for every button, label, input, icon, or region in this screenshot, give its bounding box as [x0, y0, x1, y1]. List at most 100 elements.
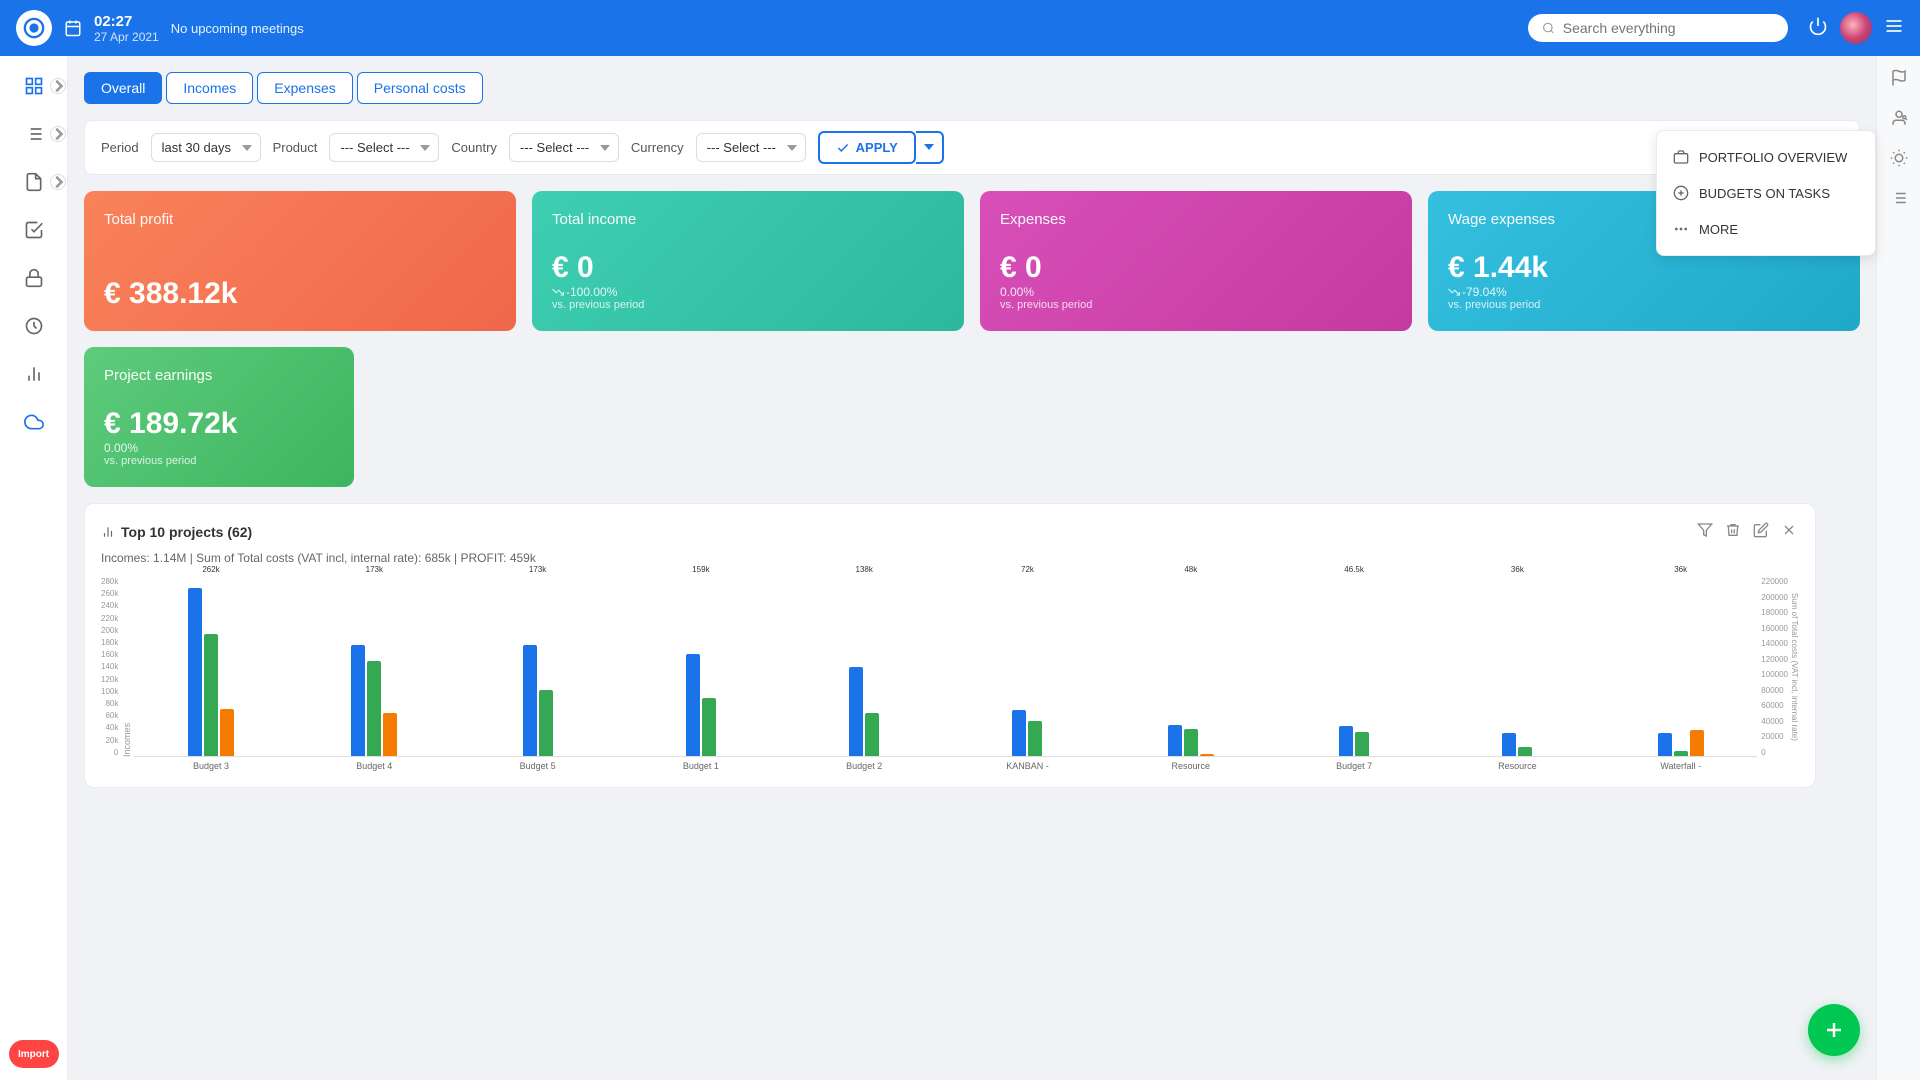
search-input[interactable] [1563, 20, 1774, 36]
bar-blue [1168, 725, 1182, 756]
kpi-project-earnings-title: Project earnings [104, 367, 334, 384]
trend-down-icon-2 [1448, 286, 1460, 298]
country-select[interactable]: --- Select --- [509, 133, 619, 162]
product-select[interactable]: --- Select --- [329, 133, 439, 162]
bar-green [1184, 729, 1198, 756]
bars [849, 576, 879, 756]
sidebar-item-documents[interactable] [12, 160, 56, 204]
bar-blue [686, 654, 700, 756]
period-label: Period [101, 140, 139, 155]
apply-dropdown-button[interactable] [916, 131, 944, 164]
right-panel-list[interactable] [1885, 184, 1913, 212]
more-icon [1673, 221, 1689, 237]
kpi-project-earnings-sub: vs. previous period [104, 455, 334, 467]
kpi-total-income-change: -100.00% [552, 285, 944, 299]
bar-group: 173k [298, 565, 451, 756]
tab-personal-costs[interactable]: Personal costs [357, 72, 483, 104]
bar-green [539, 690, 553, 756]
kpi-total-profit-title: Total profit [104, 211, 496, 228]
tab-overall[interactable]: Overall [84, 72, 162, 104]
bar-label: Budget 2 [788, 761, 941, 771]
bar-green [1355, 732, 1369, 756]
currency-select[interactable]: --- Select --- [696, 133, 806, 162]
chart-filter-button[interactable] [1695, 520, 1715, 543]
apply-button[interactable]: APPLY [818, 131, 916, 164]
logo[interactable] [16, 10, 52, 46]
bar-chart: 262k173k173k159k138k72k48k46.5k36k36k [134, 577, 1757, 757]
bar-blue [1658, 733, 1672, 756]
bar-orange [1200, 754, 1214, 756]
close-icon [1781, 522, 1797, 538]
menu-icon[interactable] [1884, 16, 1904, 41]
import-button[interactable]: Import [9, 1040, 59, 1068]
sidebar-chevron-documents[interactable] [50, 174, 66, 190]
kpi-project-earnings: Project earnings € 189.72k 0.00% vs. pre… [84, 347, 354, 487]
product-label: Product [273, 140, 318, 155]
bar-orange [1690, 730, 1704, 756]
tab-incomes[interactable]: Incomes [166, 72, 253, 104]
bar-label: Budget 4 [298, 761, 451, 771]
y-axis-left: 280k 260k 240k 220k 200k 180k 160k 140k … [101, 577, 122, 757]
period-select[interactable]: last 30 days last 7 days last 90 days [151, 133, 261, 162]
bars [1012, 576, 1042, 756]
kpi-total-income-sub: vs. previous period [552, 299, 944, 311]
sidebar-chevron-projects[interactable] [50, 126, 66, 142]
chart-actions [1695, 520, 1799, 543]
kpi-expenses-value: € 0 [1000, 251, 1392, 285]
panel-portfolio-overview[interactable]: PORTFOLIO OVERVIEW [1657, 139, 1875, 175]
right-panel-user-search[interactable] [1885, 104, 1913, 132]
right-panel-flag[interactable] [1885, 64, 1913, 92]
chart-header: Top 10 projects (62) [101, 520, 1799, 543]
fab-button[interactable] [1808, 1004, 1860, 1056]
bar-label: Budget 5 [461, 761, 614, 771]
chart-delete-button[interactable] [1723, 520, 1743, 543]
y-axis-right-label: Sum of Total costs (VAT incl, internal r… [1790, 577, 1799, 757]
bar-group: 36k [1604, 565, 1757, 756]
y-axis-left-label: Incomes [122, 577, 132, 757]
bar-label: Budget 7 [1277, 761, 1430, 771]
kpi-row-1: Total profit € 388.12k Total income € 0 … [84, 191, 1860, 331]
chart-title: Top 10 projects (62) [101, 524, 252, 540]
tab-expenses[interactable]: Expenses [257, 72, 352, 104]
calendar-widget [64, 19, 82, 37]
avatar[interactable] [1840, 12, 1872, 44]
sidebar-item-security[interactable] [12, 256, 56, 300]
bar-green [1674, 751, 1688, 756]
bar-blue [523, 645, 537, 756]
plus-icon [1822, 1018, 1846, 1042]
time-block: 02:27 27 Apr 2021 [94, 13, 159, 44]
bar-orange [383, 713, 397, 756]
sidebar-item-tasks[interactable] [12, 208, 56, 252]
sidebar-item-reports[interactable] [12, 352, 56, 396]
bar-blue [1339, 726, 1353, 756]
right-panel-bulb[interactable] [1885, 144, 1913, 172]
main-content: Overall Incomes Expenses Personal costs … [68, 56, 1876, 1080]
bars [188, 576, 234, 756]
apply-group: APPLY [818, 131, 944, 164]
currency-label: Currency [631, 140, 684, 155]
bar-green [367, 661, 381, 756]
bar-group: 173k [461, 565, 614, 756]
bar-group: 48k [1114, 565, 1267, 756]
bar-green [1518, 747, 1532, 756]
sidebar-chevron-dashboard[interactable] [50, 78, 66, 94]
panel-more[interactable]: MORE [1657, 211, 1875, 247]
sidebar-item-projects[interactable] [12, 112, 56, 156]
sidebar-item-dashboard[interactable] [12, 64, 56, 108]
search-bar[interactable] [1528, 14, 1788, 42]
edit-icon [1753, 522, 1769, 538]
bar-blue [849, 667, 863, 756]
filters-bar: Period last 30 days last 7 days last 90 … [84, 120, 1860, 175]
trend-down-icon [552, 286, 564, 298]
bars [686, 576, 716, 756]
bars-container: 262k173k173k159k138k72k48k46.5k36k36k Bu… [134, 577, 1757, 771]
bars [1339, 576, 1369, 756]
chart-close-button[interactable] [1779, 520, 1799, 543]
sidebar-item-calendar[interactable] [12, 304, 56, 348]
chart-icon [101, 525, 115, 539]
kpi-expenses-sub: vs. previous period [1000, 299, 1392, 311]
panel-budgets-on-tasks[interactable]: BUDGETS ON TASKS [1657, 175, 1875, 211]
sidebar-item-cloud[interactable] [12, 400, 56, 444]
power-icon[interactable] [1808, 16, 1828, 41]
chart-edit-button[interactable] [1751, 520, 1771, 543]
